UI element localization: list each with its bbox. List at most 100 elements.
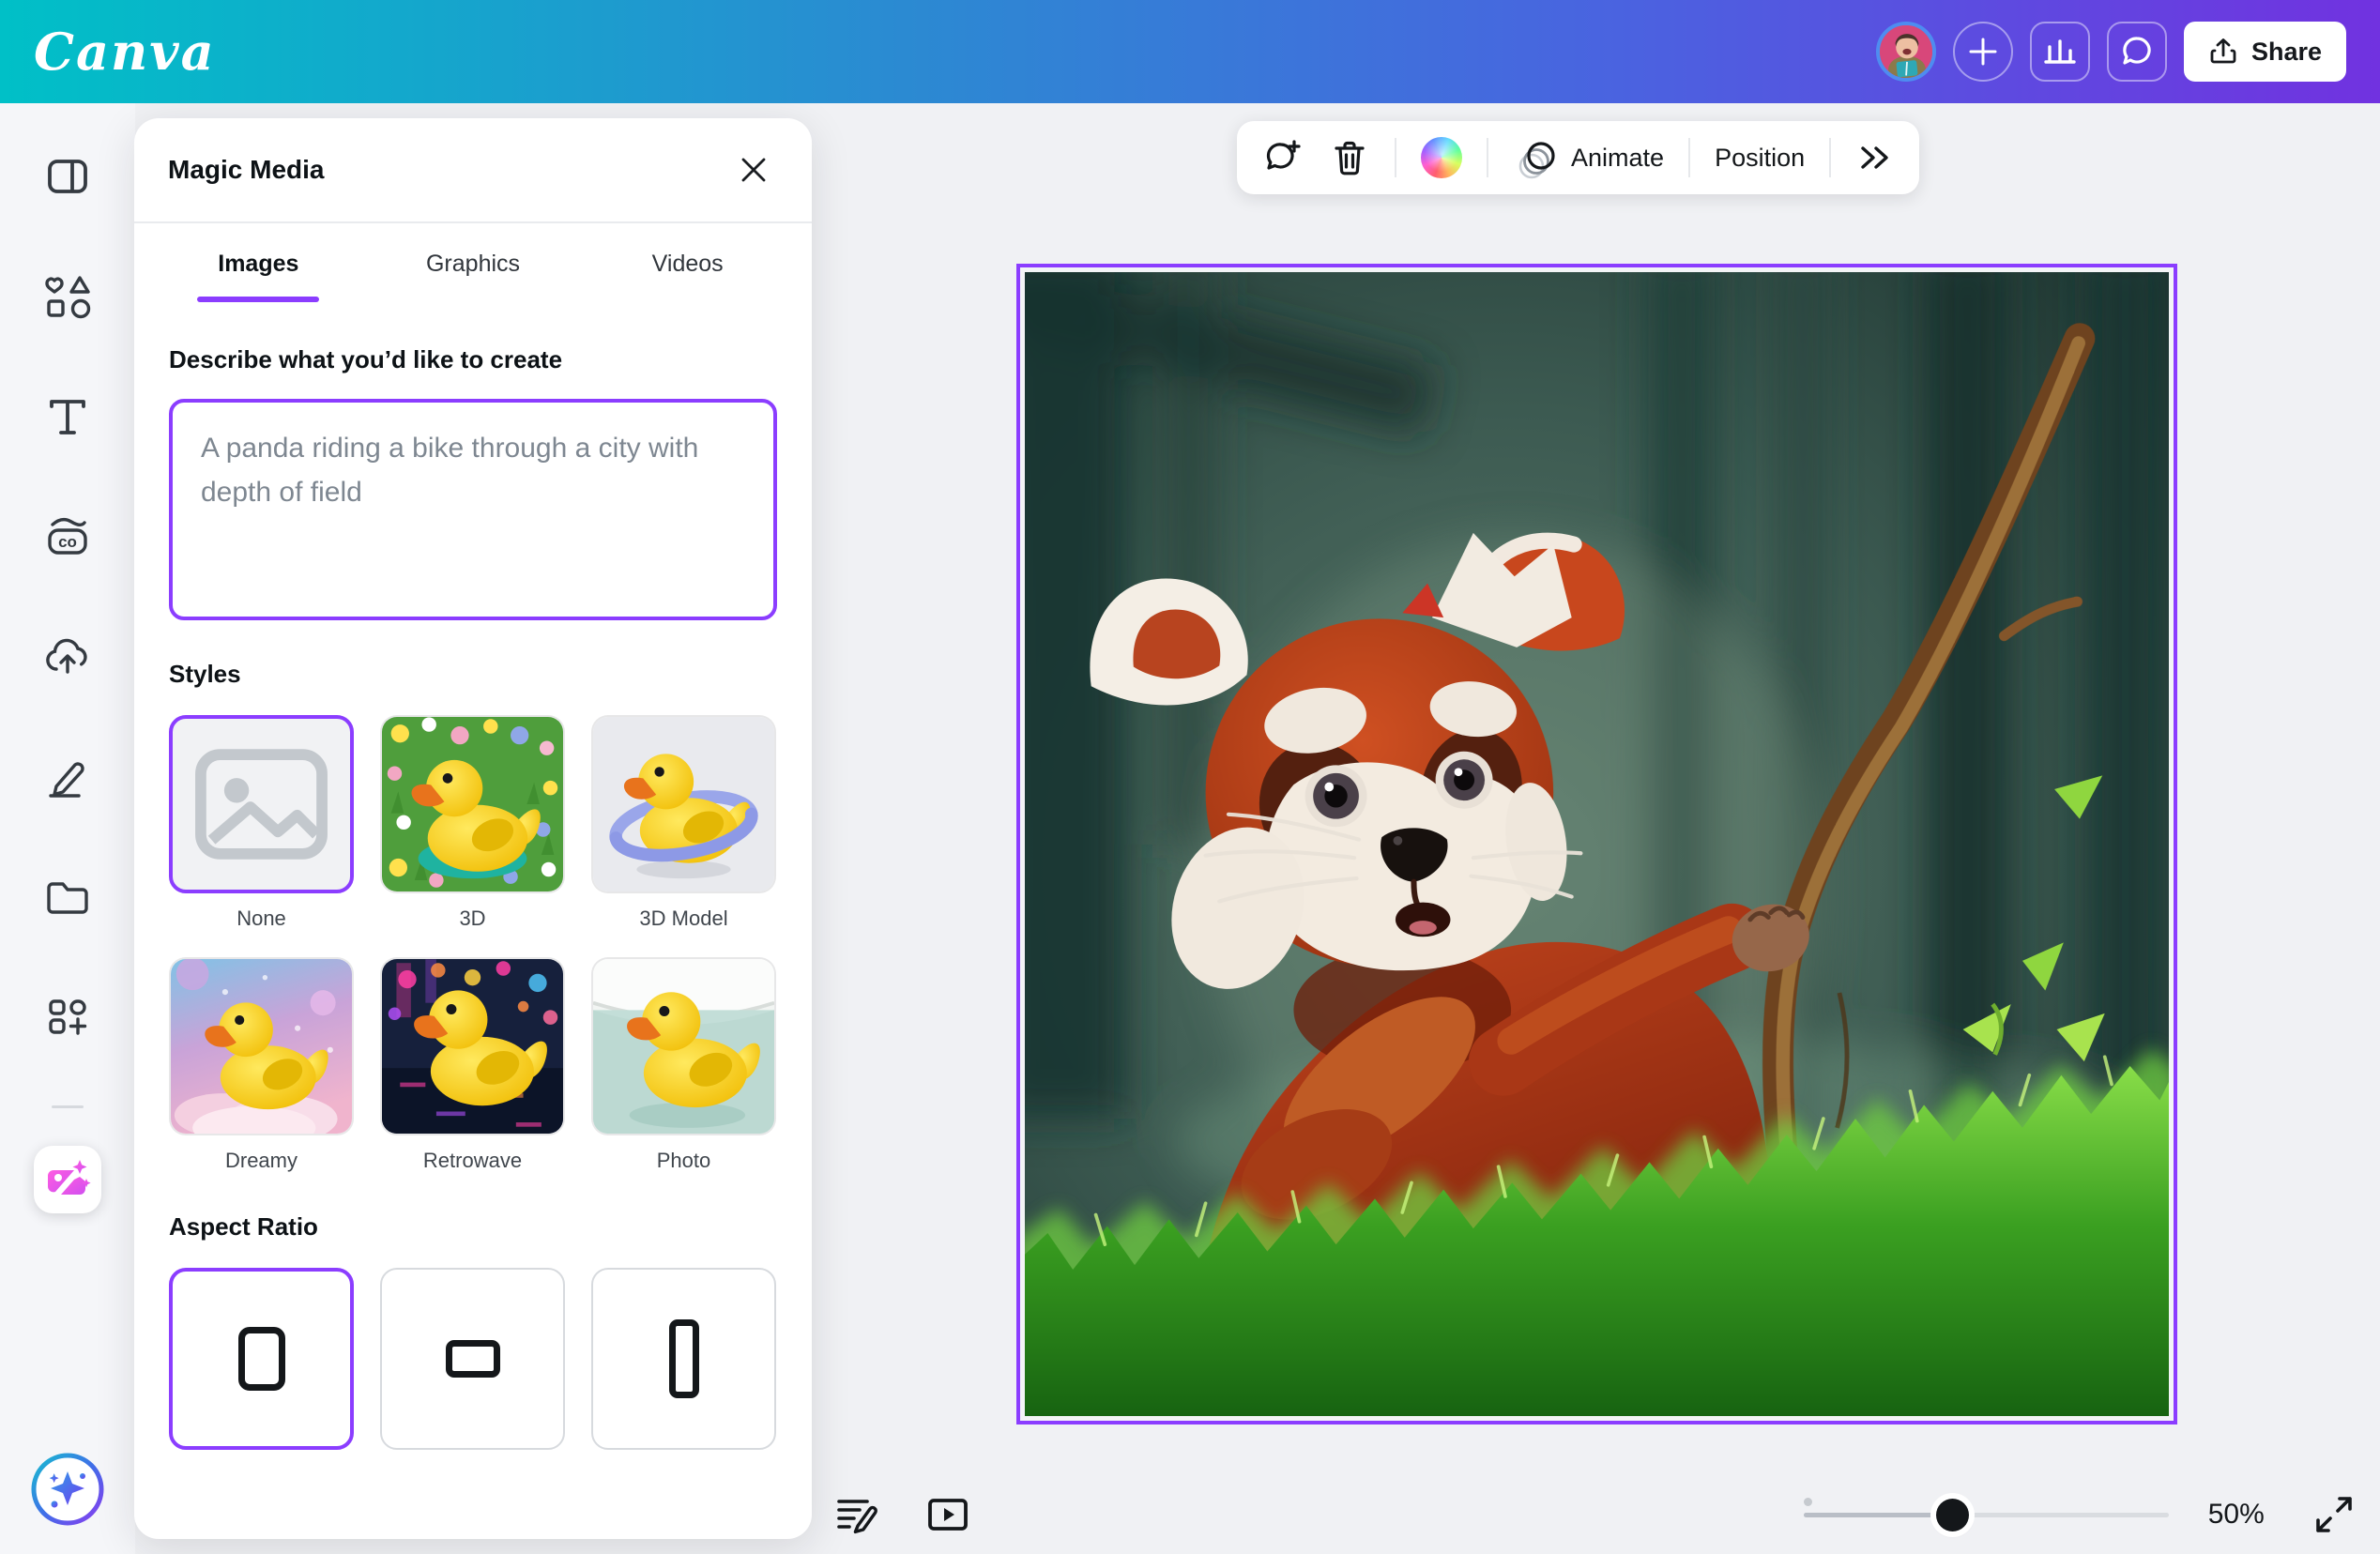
close-panel-button[interactable] bbox=[729, 145, 778, 194]
image-placeholder-icon bbox=[173, 719, 350, 890]
toolbar-divider bbox=[1487, 138, 1488, 177]
styles-grid: None 3D bbox=[169, 715, 777, 1173]
style-label: Dreamy bbox=[225, 1149, 298, 1173]
panel-body: Describe what you’d like to create Style… bbox=[134, 304, 812, 1487]
red-panda-image bbox=[1025, 272, 2169, 1416]
sidebar-item-magic-media[interactable] bbox=[34, 1146, 101, 1213]
color-wheel-icon bbox=[1421, 137, 1462, 178]
animate-icon bbox=[1513, 135, 1558, 180]
comment-icon bbox=[2118, 33, 2156, 70]
double-chevron-right-icon bbox=[1855, 138, 1895, 177]
magic-media-icon bbox=[42, 1154, 93, 1205]
notes-icon bbox=[831, 1490, 880, 1539]
zoom-fit-tick bbox=[1804, 1498, 1812, 1506]
bottom-tools bbox=[830, 1488, 974, 1541]
svg-text:co: co bbox=[58, 533, 77, 551]
style-option-retrowave: Retrowave bbox=[380, 957, 565, 1173]
tab-images[interactable]: Images bbox=[151, 223, 366, 304]
sidebar-item-uploads[interactable] bbox=[34, 623, 101, 691]
aspect-ratio-heading: Aspect Ratio bbox=[169, 1212, 777, 1242]
styles-heading: Styles bbox=[169, 660, 777, 689]
style-option-3d: 3D bbox=[380, 715, 565, 931]
trash-icon bbox=[1329, 137, 1370, 178]
magic-media-panel: Magic Media Images Graphics Videos Descr… bbox=[134, 118, 812, 1539]
topbar: Canva bbox=[0, 0, 2380, 103]
sidebar-item-projects[interactable] bbox=[34, 863, 101, 931]
aspect-option-portrait[interactable] bbox=[591, 1268, 776, 1450]
selected-image[interactable] bbox=[1016, 264, 2177, 1424]
canva-editor: Canva bbox=[0, 0, 2380, 1554]
zoom-controls: 50% bbox=[1804, 1488, 2357, 1541]
style-label: None bbox=[236, 906, 286, 931]
delete-button[interactable] bbox=[1329, 137, 1370, 178]
fullscreen-icon bbox=[2312, 1493, 2356, 1536]
aspect-option-square[interactable] bbox=[169, 1268, 354, 1450]
comments-button[interactable] bbox=[2107, 22, 2167, 82]
style-tile-3d-model[interactable] bbox=[591, 715, 776, 893]
sidebar-item-draw[interactable] bbox=[34, 743, 101, 811]
fullscreen-button[interactable] bbox=[2311, 1490, 2357, 1539]
sidebar-divider bbox=[52, 1105, 84, 1108]
style-preview-3d-model bbox=[593, 717, 774, 891]
canva-logo[interactable]: Canva bbox=[34, 22, 216, 82]
canva-assistant-icon bbox=[29, 1451, 106, 1528]
style-tile-3d[interactable] bbox=[380, 715, 565, 893]
style-tile-none[interactable] bbox=[169, 715, 354, 893]
style-tile-photo[interactable] bbox=[591, 957, 776, 1135]
notes-button[interactable] bbox=[830, 1488, 882, 1541]
position-button[interactable]: Position bbox=[1715, 144, 1805, 173]
share-button[interactable]: Share bbox=[2184, 22, 2346, 82]
style-option-none: None bbox=[169, 715, 354, 931]
folder-icon bbox=[41, 871, 94, 923]
sidebar-item-design[interactable] bbox=[34, 143, 101, 210]
style-preview-retrowave bbox=[382, 959, 563, 1134]
landscape-ratio-icon bbox=[446, 1340, 500, 1378]
position-label: Position bbox=[1715, 144, 1805, 173]
plus-icon bbox=[1967, 36, 1999, 68]
animate-label: Animate bbox=[1571, 144, 1664, 173]
right-eye bbox=[1436, 752, 1493, 809]
avatar[interactable] bbox=[1876, 22, 1936, 82]
export-icon bbox=[2208, 37, 2238, 67]
present-button[interactable] bbox=[922, 1488, 974, 1541]
zoom-level[interactable]: 50% bbox=[2201, 1499, 2271, 1531]
style-option-photo: Photo bbox=[591, 957, 776, 1173]
sidebar-item-text[interactable] bbox=[34, 383, 101, 450]
topbar-actions: Share bbox=[1876, 22, 2346, 82]
style-tile-dreamy[interactable] bbox=[169, 957, 354, 1135]
sidebar-item-brand[interactable]: co bbox=[34, 503, 101, 571]
prompt-label: Describe what you’d like to create bbox=[169, 345, 777, 374]
sidebar-item-apps[interactable] bbox=[34, 983, 101, 1051]
style-preview-3d bbox=[382, 717, 563, 891]
add-member-button[interactable] bbox=[1953, 22, 2013, 82]
zoom-slider[interactable] bbox=[1804, 1488, 2169, 1541]
bar-chart-icon bbox=[2042, 34, 2078, 69]
style-label: Retrowave bbox=[423, 1149, 522, 1173]
more-tools-button[interactable] bbox=[1855, 138, 1895, 177]
square-ratio-icon bbox=[238, 1327, 285, 1391]
style-option-dreamy: Dreamy bbox=[169, 957, 354, 1173]
color-button[interactable] bbox=[1421, 137, 1462, 178]
sidebar-item-elements[interactable] bbox=[34, 263, 101, 330]
upload-cloud-icon bbox=[41, 631, 94, 683]
panel-header: Magic Media bbox=[134, 118, 812, 223]
comment-button[interactable] bbox=[1261, 136, 1304, 179]
style-tile-retrowave[interactable] bbox=[380, 957, 565, 1135]
style-label: 3D Model bbox=[639, 906, 727, 931]
insights-button[interactable] bbox=[2030, 22, 2090, 82]
panel-title: Magic Media bbox=[168, 155, 324, 185]
sidebar: co bbox=[0, 103, 135, 1554]
tab-graphics[interactable]: Graphics bbox=[366, 223, 581, 304]
tab-videos[interactable]: Videos bbox=[580, 223, 795, 304]
style-label: 3D bbox=[459, 906, 485, 931]
zoom-knob[interactable] bbox=[1936, 1499, 1969, 1531]
animate-button[interactable]: Animate bbox=[1513, 135, 1664, 180]
aspect-option-landscape[interactable] bbox=[380, 1268, 565, 1450]
prompt-input[interactable] bbox=[169, 399, 777, 620]
sidebar-item-canva-assistant[interactable] bbox=[29, 1451, 106, 1528]
context-toolbar: Animate Position bbox=[1237, 121, 1919, 194]
close-icon bbox=[738, 154, 770, 186]
share-label: Share bbox=[2251, 38, 2322, 67]
panel-tabs: Images Graphics Videos bbox=[134, 223, 812, 304]
toolbar-divider bbox=[1688, 138, 1690, 177]
